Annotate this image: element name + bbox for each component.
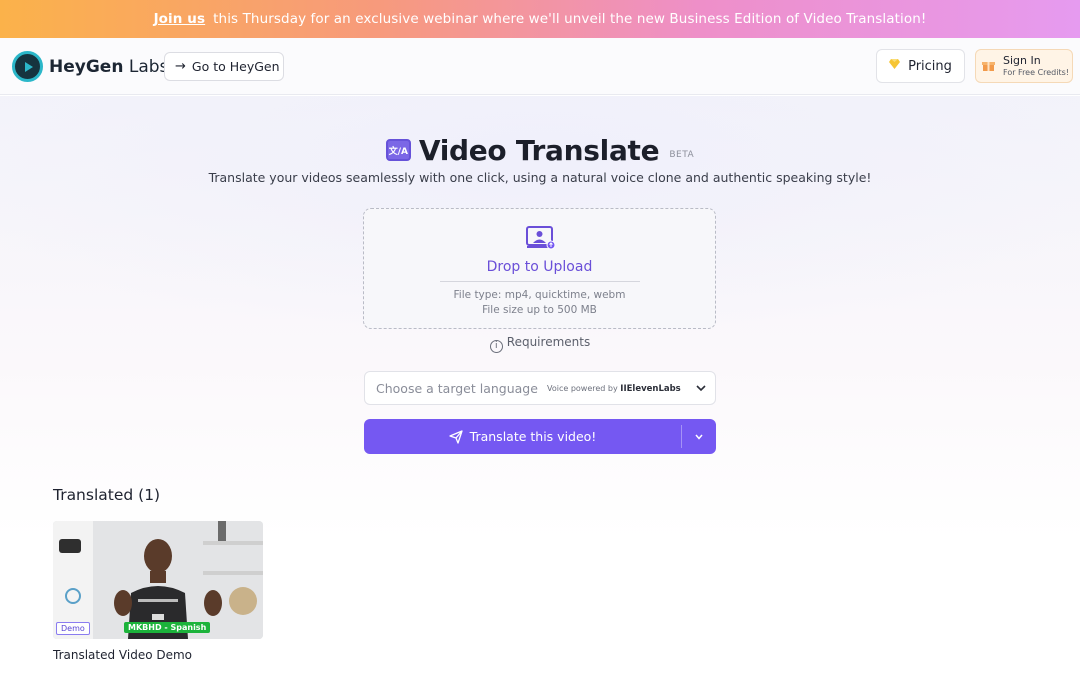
diamond-icon: [889, 58, 901, 74]
page-subtitle: Translate your videos seamlessly with on…: [208, 170, 872, 185]
requirements-link[interactable]: i Requirements: [0, 335, 1080, 353]
target-language-select[interactable]: Choose a target language Voice powered b…: [364, 371, 716, 405]
upload-divider: [440, 281, 640, 282]
translate-options-button[interactable]: [682, 419, 716, 454]
send-icon: [449, 429, 463, 444]
drop-to-upload-label: Drop to Upload: [486, 259, 593, 275]
promo-banner: Join us this Thursday for an exclusive w…: [0, 0, 1080, 38]
brand-name: HeyGen Labs: [49, 56, 169, 77]
go-to-heygen-label: Go to HeyGen: [191, 59, 280, 74]
translate-button-group: Translate this video!: [364, 419, 716, 454]
info-icon: i: [489, 340, 503, 353]
page-title: Video Translate: [418, 133, 660, 167]
translate-video-label: Translate this video!: [469, 429, 597, 444]
sign-in-label: Sign In: [1003, 54, 1041, 68]
arrow-right-icon: →: [175, 59, 186, 74]
top-header: HeyGen Labs → Go to HeyGen Pricing Sign …: [0, 38, 1080, 95]
file-type-text: File type: mp4, quicktime, webm: [453, 289, 626, 301]
gift-icon: [982, 57, 995, 76]
pricing-label: Pricing: [908, 58, 952, 74]
file-size-text: File size up to 500 MB: [482, 304, 597, 316]
language-badge: MKBHD - Spanish: [124, 622, 211, 633]
play-logo-icon: [12, 51, 43, 82]
file-info: File type: mp4, quicktime, webm File siz…: [364, 288, 715, 318]
upload-dropzone[interactable]: Drop to Upload File type: mp4, quicktime…: [363, 208, 716, 329]
pricing-button[interactable]: Pricing: [876, 49, 965, 83]
translated-video-caption[interactable]: Translated Video Demo: [53, 648, 192, 662]
translated-video-thumbnail[interactable]: Demo MKBHD - Spanish: [53, 521, 263, 639]
brand-logo[interactable]: HeyGen Labs: [12, 51, 168, 82]
elevenlabs-brand: IIElevenLabs: [620, 384, 681, 394]
requirements-label: Requirements: [506, 335, 591, 349]
chevron-down-icon: [695, 434, 703, 440]
translated-heading: Translated (1): [53, 486, 161, 504]
sign-in-sublabel: For Free Credits!: [1003, 67, 1069, 77]
banner-message: this Thursday for an exclusive webinar w…: [213, 11, 927, 27]
voice-powered-by: Voice powered by IIElevenLabs: [547, 384, 681, 394]
translate-icon: 文/A: [385, 139, 411, 161]
chevron-down-icon: [696, 385, 706, 392]
language-placeholder: Choose a target language: [376, 381, 538, 396]
upload-video-icon: [526, 226, 556, 250]
go-to-heygen-button[interactable]: → Go to HeyGen: [164, 52, 284, 81]
beta-badge: BETA: [669, 150, 695, 160]
join-us-link[interactable]: Join us: [154, 11, 206, 27]
page-title-row: 文/A Video Translate BETA: [0, 130, 1080, 170]
sign-in-button[interactable]: Sign In For Free Credits!: [975, 49, 1073, 83]
demo-badge: Demo: [56, 622, 90, 635]
translate-video-button[interactable]: Translate this video!: [364, 419, 681, 454]
